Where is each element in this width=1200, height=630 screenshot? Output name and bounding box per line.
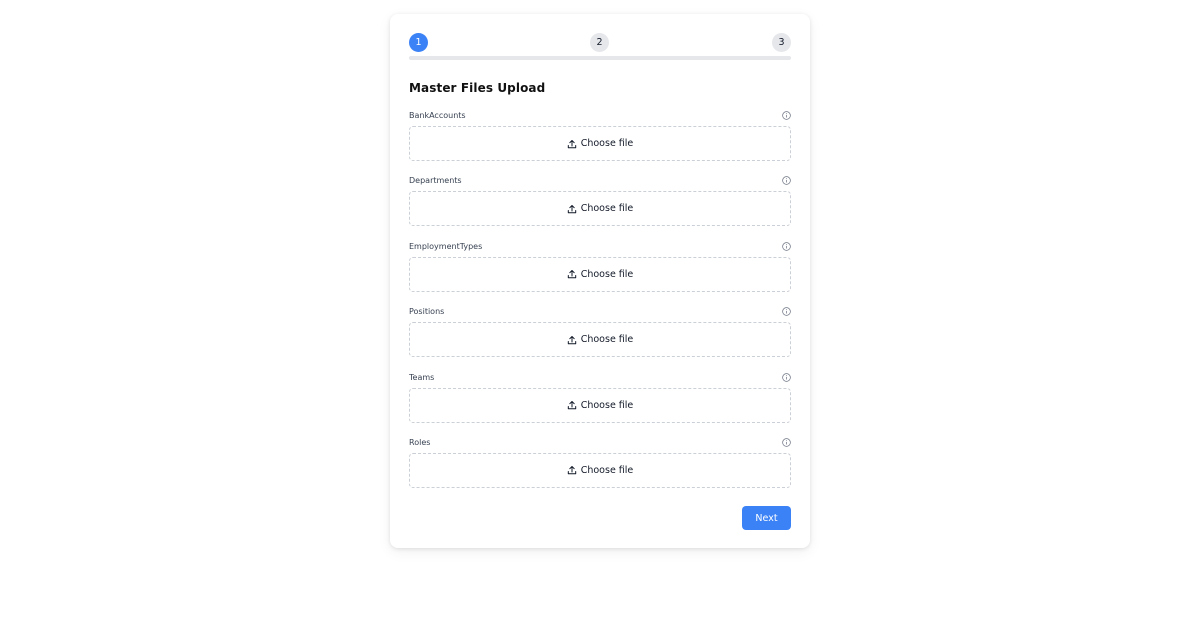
- upload-icon: [567, 401, 576, 410]
- stepper: 1 2 3: [409, 33, 791, 61]
- choose-file-label: Choose file: [580, 334, 634, 346]
- progress-track: [409, 56, 791, 60]
- choose-file-label: Choose file: [580, 399, 634, 411]
- info-icon[interactable]: [782, 242, 791, 251]
- step-1-indicator[interactable]: 1: [409, 33, 428, 52]
- field-roles: Roles Choose file: [409, 438, 791, 503]
- upload-icon: [567, 139, 576, 148]
- upload-card: 1 2 3 Master Files Upload BankAccounts C…: [390, 14, 810, 548]
- field-employment-types: EmploymentTypes Choose file: [409, 242, 791, 307]
- upload-icon: [567, 204, 576, 214]
- upload-fields: BankAccounts Choose file Departments Cho…: [409, 111, 791, 503]
- file-dropzone[interactable]: Choose file: [409, 322, 791, 358]
- upload-icon: [567, 270, 576, 279]
- field-label: BankAccounts: [409, 111, 466, 120]
- next-button[interactable]: Next: [742, 506, 791, 530]
- page-title: Master Files Upload: [409, 81, 546, 95]
- file-dropzone[interactable]: Choose file: [409, 452, 791, 488]
- choose-file-label: Choose file: [580, 464, 634, 476]
- field-label: Positions: [409, 307, 445, 317]
- info-icon[interactable]: [782, 111, 791, 120]
- field-label: Departments: [409, 176, 462, 186]
- file-dropzone[interactable]: Choose file: [409, 191, 791, 227]
- file-dropzone[interactable]: Choose file: [409, 387, 791, 423]
- choose-file-label: Choose file: [580, 203, 634, 215]
- file-dropzone[interactable]: Choose file: [409, 256, 791, 292]
- field-bank-accounts: BankAccounts Choose file: [409, 111, 791, 176]
- choose-file-label: Choose file: [580, 138, 634, 149]
- upload-icon: [567, 466, 576, 475]
- file-dropzone[interactable]: Choose file: [409, 126, 791, 161]
- field-teams: Teams Choose file: [409, 373, 791, 438]
- info-icon[interactable]: [782, 176, 791, 186]
- info-icon[interactable]: [782, 372, 791, 382]
- field-positions: Positions Choose file: [409, 307, 791, 372]
- upload-icon: [567, 335, 576, 344]
- info-icon[interactable]: [782, 307, 791, 316]
- choose-file-label: Choose file: [580, 268, 634, 280]
- field-label: EmploymentTypes: [409, 241, 483, 251]
- field-label: Teams: [409, 372, 435, 382]
- step-2-indicator[interactable]: 2: [590, 33, 609, 52]
- step-3-indicator[interactable]: 3: [772, 33, 791, 52]
- info-icon[interactable]: [782, 438, 791, 447]
- field-label: Roles: [409, 437, 431, 447]
- field-departments: Departments Choose file: [409, 176, 791, 241]
